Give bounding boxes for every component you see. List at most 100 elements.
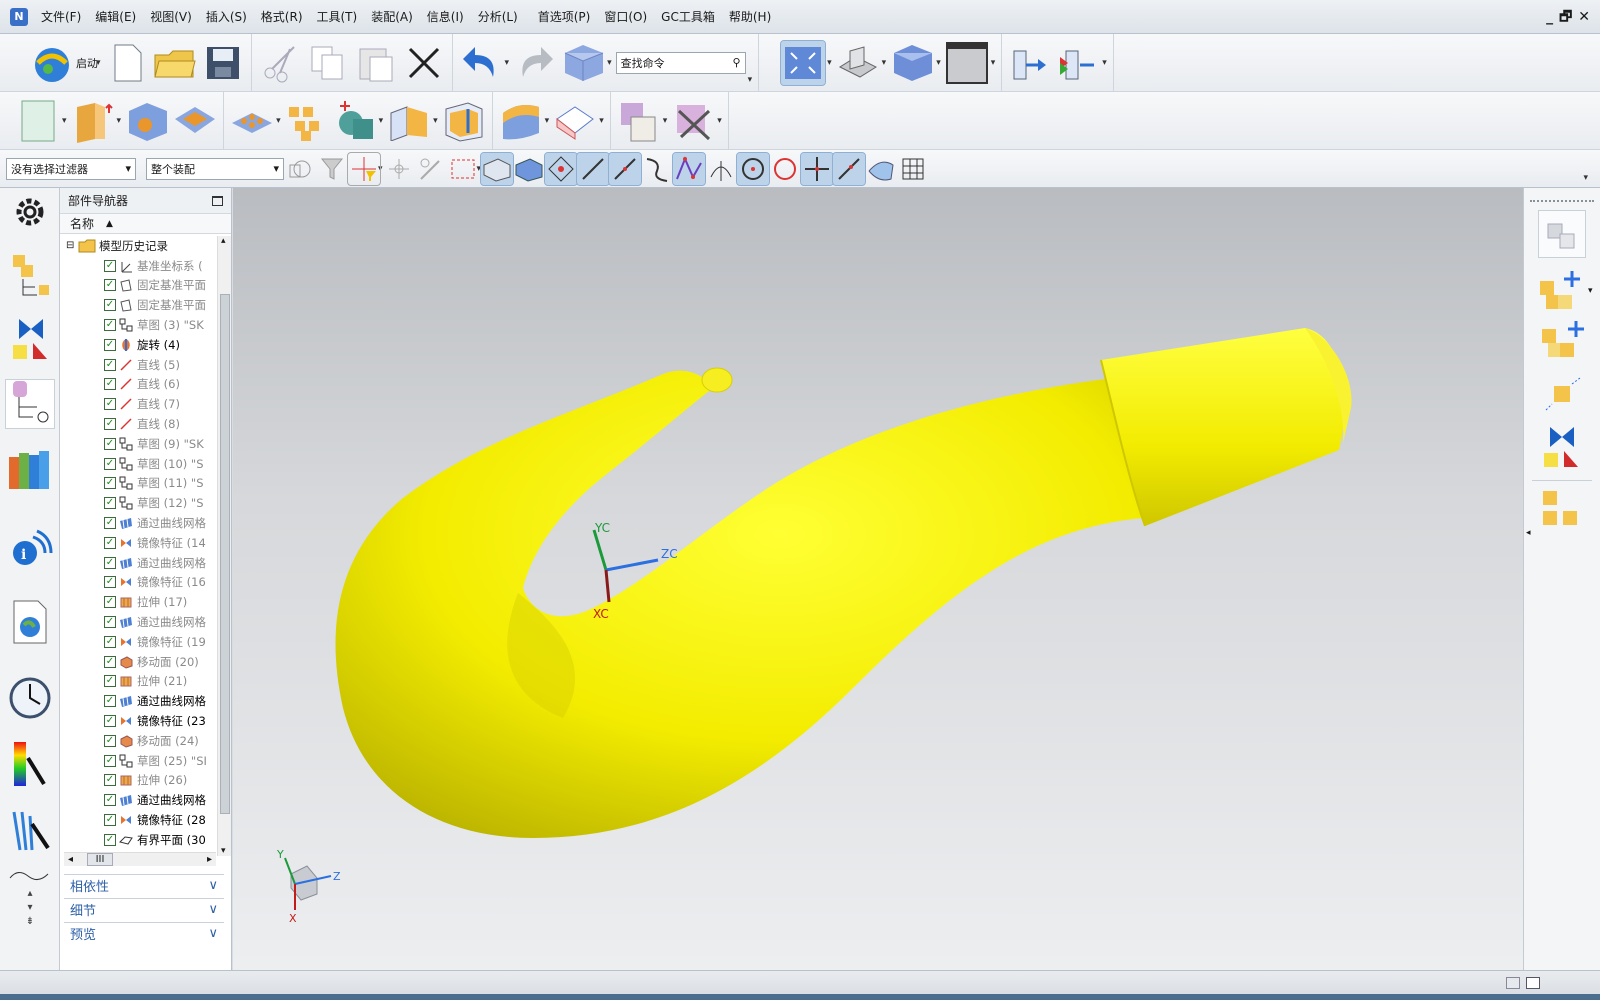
- visibility-checkbox[interactable]: ✓: [104, 794, 116, 807]
- offset-face-button[interactable]: [387, 99, 431, 143]
- pattern-dropdown-icon[interactable]: ▾: [276, 116, 281, 126]
- tree-feature-row[interactable]: ✓ 镜像特征 (16: [60, 573, 216, 593]
- part-navigator-button[interactable]: [5, 379, 55, 429]
- tree-feature-row[interactable]: ✓ 直线 (7): [60, 394, 216, 414]
- tree-feature-row[interactable]: ✓ 拉伸 (17): [60, 592, 216, 612]
- web-browser-button[interactable]: [6, 598, 54, 646]
- hole-button[interactable]: [125, 99, 169, 143]
- reuse-library-button[interactable]: [6, 446, 54, 494]
- orient-dropdown-icon[interactable]: ▾: [882, 58, 887, 68]
- undo-button[interactable]: [459, 41, 503, 85]
- tree-feature-row[interactable]: ✓ 直线 (8): [60, 414, 216, 434]
- visibility-checkbox[interactable]: ✓: [104, 616, 116, 629]
- scroll-up-arrow-icon[interactable]: ▴: [221, 236, 226, 246]
- visibility-checkbox[interactable]: ✓: [104, 477, 116, 490]
- settings-button[interactable]: [6, 188, 54, 236]
- visibility-checkbox[interactable]: ✓: [104, 358, 116, 371]
- visibility-checkbox[interactable]: ✓: [104, 715, 116, 728]
- unite-button[interactable]: [333, 99, 377, 143]
- tree-feature-row[interactable]: ✓ 直线 (5): [60, 355, 216, 375]
- tree-feature-row[interactable]: ✓ 草图 (11) "S: [60, 474, 216, 494]
- tree-feature-row[interactable]: ✓ 通过曲线网格: [60, 691, 216, 711]
- tree-feature-row[interactable]: ✓ 固定基准平面: [60, 295, 216, 315]
- visibility-checkbox[interactable]: ✓: [104, 437, 116, 450]
- select-faces-button[interactable]: [480, 151, 515, 186]
- copy-button[interactable]: [306, 41, 350, 85]
- snap-control-point-button[interactable]: [672, 151, 707, 186]
- tree-feature-row[interactable]: ✓ 草图 (10) "S: [60, 454, 216, 474]
- graphics-window[interactable]: YC ZC XC Y Z X: [233, 188, 1523, 970]
- tree-feature-row[interactable]: ✓ 镜像特征 (23: [60, 711, 216, 731]
- menu-view[interactable]: 视图(V): [143, 0, 199, 34]
- paste-button[interactable]: [354, 41, 398, 85]
- name-column-header[interactable]: 名称 ▲: [60, 214, 231, 234]
- tree-feature-row[interactable]: ✓ 拉伸 (26): [60, 771, 216, 791]
- status-filter-icon[interactable]: [1506, 977, 1520, 989]
- assembly-load-button[interactable]: [1538, 210, 1586, 258]
- boolean-dropdown-icon[interactable]: ▾: [379, 116, 384, 126]
- hd3d-tools-button[interactable]: i: [6, 522, 54, 570]
- snap-curve-button[interactable]: [641, 153, 673, 185]
- pattern-feature-button[interactable]: [230, 99, 274, 143]
- render-dropdown-icon[interactable]: ▾: [607, 58, 612, 68]
- snap-midpoint-button[interactable]: [608, 151, 643, 186]
- render-style-button[interactable]: [890, 41, 934, 85]
- visibility-checkbox[interactable]: ✓: [104, 299, 116, 312]
- status-window-icon[interactable]: [1526, 977, 1540, 989]
- sketch-button[interactable]: [16, 99, 60, 143]
- dependencies-section[interactable]: 相依性 ∨: [64, 874, 224, 896]
- tree-feature-row[interactable]: ✓ 草图 (25) "SI: [60, 751, 216, 771]
- visibility-checkbox[interactable]: ✓: [104, 279, 116, 292]
- edge-blend-button[interactable]: [499, 99, 543, 143]
- constraint-button[interactable]: [671, 99, 715, 143]
- snap-point-button[interactable]: [347, 151, 381, 186]
- pattern-geometry-button[interactable]: [285, 99, 329, 143]
- snap-point-on-curve-button[interactable]: [800, 151, 835, 186]
- component-dropdown-icon[interactable]: ▾: [663, 116, 668, 126]
- sketch-dropdown-icon[interactable]: ▾: [62, 116, 67, 126]
- rectangle-select-button[interactable]: [447, 153, 479, 185]
- rb-collapse-icon[interactable]: ◂: [1526, 528, 1531, 538]
- snap-quadrant-button[interactable]: [769, 153, 801, 185]
- visibility-checkbox[interactable]: ✓: [104, 418, 116, 431]
- collapse-icon[interactable]: ⊟: [66, 240, 76, 251]
- visibility-checkbox[interactable]: ✓: [104, 338, 116, 351]
- visibility-checkbox[interactable]: ✓: [104, 536, 116, 549]
- toolbar-overflow-icon[interactable]: ▾: [1583, 173, 1588, 183]
- section-dropdown-icon[interactable]: ▾: [1102, 58, 1107, 68]
- drag-handle[interactable]: [1530, 200, 1594, 202]
- role-button[interactable]: [6, 806, 54, 854]
- offset-dropdown-icon[interactable]: ▾: [433, 116, 438, 126]
- details-section[interactable]: 细节 ∨: [64, 898, 224, 920]
- snap-point-on-face-button[interactable]: [865, 153, 897, 185]
- background-button[interactable]: [945, 41, 989, 85]
- fit-view-button[interactable]: [780, 39, 827, 86]
- visibility-checkbox[interactable]: ✓: [104, 497, 116, 510]
- history-button[interactable]: [6, 674, 54, 722]
- selection-filter-dropdown[interactable]: 没有选择过滤器 ▾: [6, 157, 136, 180]
- visibility-checkbox[interactable]: ✓: [104, 833, 116, 846]
- visibility-checkbox[interactable]: ✓: [104, 754, 116, 767]
- visibility-checkbox[interactable]: ✓: [104, 576, 116, 589]
- visibility-checkbox[interactable]: ✓: [104, 695, 116, 708]
- visibility-checkbox[interactable]: ✓: [104, 675, 116, 688]
- menu-insert[interactable]: 插入(S): [199, 0, 254, 34]
- visibility-checkbox[interactable]: ✓: [104, 319, 116, 332]
- scroll-down-arrow-icon[interactable]: ▾: [221, 846, 226, 856]
- hscroll-thumb[interactable]: III: [86, 853, 114, 866]
- hook-body[interactable]: [335, 370, 1144, 838]
- background-dropdown-icon[interactable]: ▾: [991, 58, 996, 68]
- menu-format[interactable]: 格式(R): [254, 0, 310, 34]
- visibility-checkbox[interactable]: ✓: [104, 517, 116, 530]
- general-selection-button[interactable]: [284, 153, 316, 185]
- tree-root-row[interactable]: ⊟ 模型历史记录: [60, 236, 216, 256]
- constraint-dropdown-icon[interactable]: ▾: [717, 116, 722, 126]
- tree-feature-row[interactable]: ✓ 旋转 (4): [60, 335, 216, 355]
- visibility-checkbox[interactable]: ✓: [104, 457, 116, 470]
- visibility-checkbox[interactable]: ✓: [104, 655, 116, 668]
- pocket-button[interactable]: [173, 99, 217, 143]
- point-constructor-button[interactable]: [383, 153, 415, 185]
- style-dropdown-icon[interactable]: ▾: [936, 58, 941, 68]
- visibility-checkbox[interactable]: ✓: [104, 259, 116, 272]
- tree-feature-row[interactable]: ✓ 草图 (3) "SK: [60, 315, 216, 335]
